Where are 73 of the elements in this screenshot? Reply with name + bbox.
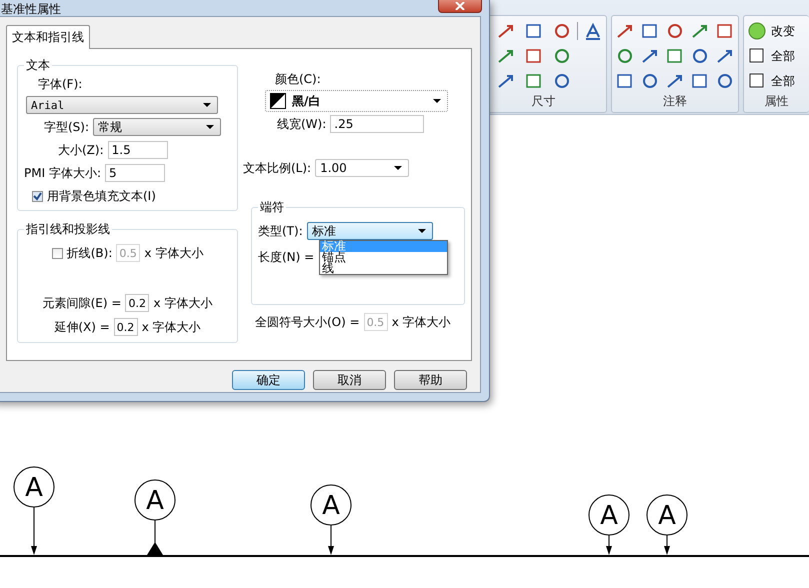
tool-icon[interactable] bbox=[666, 22, 684, 40]
value-field[interactable]: 0.2 bbox=[125, 294, 150, 312]
tool-label[interactable]: 改变 bbox=[771, 22, 795, 40]
field-label: 文本比例(L): bbox=[243, 160, 312, 176]
datum-label: A bbox=[146, 486, 164, 516]
unit-label: x 字体大小 bbox=[392, 314, 451, 330]
caret-icon bbox=[418, 229, 426, 233]
tool-icon[interactable] bbox=[716, 72, 734, 90]
size-field[interactable]: 1.5 bbox=[108, 141, 168, 159]
field-label: 类型(T): bbox=[258, 222, 303, 240]
unit-label: x 字体大小 bbox=[153, 294, 212, 312]
caret-icon bbox=[203, 103, 211, 107]
line-width-field[interactable]: .25 bbox=[330, 115, 424, 133]
tool-icon[interactable] bbox=[666, 47, 684, 65]
pmi-size-field[interactable]: 5 bbox=[105, 164, 165, 182]
tool-icon[interactable] bbox=[691, 22, 709, 40]
group-title: 端符 bbox=[259, 199, 285, 216]
unit-label: x 字体大小 bbox=[142, 318, 201, 336]
tab[interactable]: 文本和指引线 bbox=[6, 25, 90, 49]
field-label: 全圆符号大小(O) = bbox=[255, 314, 360, 330]
group-label: 属性 bbox=[764, 93, 790, 110]
field-label: 大小(Z): bbox=[58, 142, 104, 158]
value-field[interactable]: 0.2 bbox=[114, 318, 138, 336]
field-label: 字型(S): bbox=[44, 118, 90, 136]
style-dropdown[interactable]: 常规 bbox=[93, 118, 222, 136]
tool-icon[interactable] bbox=[666, 72, 684, 90]
dialog-button[interactable]: 确定 bbox=[232, 370, 305, 390]
caret-icon bbox=[206, 125, 214, 129]
color-swatch-icon bbox=[270, 93, 286, 109]
datum-label: A bbox=[25, 473, 43, 503]
field-label: 折线(B): bbox=[66, 244, 112, 262]
tool-icon[interactable] bbox=[616, 47, 634, 65]
tool-icon[interactable] bbox=[691, 47, 709, 65]
datum-label: A bbox=[322, 491, 340, 521]
field-label: 长度(N) = bbox=[258, 249, 314, 266]
type-dropdown[interactable]: 标准 bbox=[306, 222, 433, 240]
close-button[interactable] bbox=[438, 0, 482, 13]
checkbox[interactable] bbox=[32, 191, 43, 202]
tool-label[interactable]: 全部 bbox=[771, 72, 795, 90]
field-label: 元素间隙(E) = bbox=[42, 294, 122, 312]
close-icon[interactable] bbox=[455, 2, 465, 10]
datum-label: A bbox=[658, 501, 676, 531]
dropdown-option[interactable]: 锚点 bbox=[320, 252, 447, 263]
dropdown-option[interactable]: 线 bbox=[320, 263, 447, 274]
field-label: 延伸(X) = bbox=[54, 318, 110, 336]
dialog-button[interactable]: 取消 bbox=[313, 370, 386, 390]
group-label: 尺寸 bbox=[530, 93, 556, 110]
caret-icon bbox=[433, 99, 441, 103]
field-label: 颜色(C): bbox=[275, 71, 322, 88]
tool-icon[interactable] bbox=[641, 22, 659, 40]
dialog-button[interactable]: 帮助 bbox=[394, 370, 467, 390]
field-label: 字体(F): bbox=[38, 76, 82, 93]
tool-icon[interactable] bbox=[641, 47, 659, 65]
tool-icon[interactable] bbox=[716, 47, 734, 65]
group-title: 指引线和投影线 bbox=[25, 221, 111, 238]
tool-icon[interactable] bbox=[641, 72, 659, 90]
tool-icon[interactable] bbox=[691, 72, 709, 90]
caret-icon bbox=[394, 166, 402, 170]
tool-icon[interactable] bbox=[616, 72, 634, 90]
window-title: 基准性属性 bbox=[1, 1, 61, 18]
field-label: PMI 字体大小: bbox=[24, 164, 101, 182]
group-title: 文本 bbox=[25, 57, 51, 74]
tool-label[interactable]: 全部 bbox=[771, 48, 795, 64]
group-label: 注释 bbox=[662, 93, 688, 110]
text-scale-dropdown[interactable]: 1.00 bbox=[315, 159, 410, 177]
field-label: 线宽(W): bbox=[277, 116, 326, 132]
tool-icon[interactable] bbox=[616, 22, 634, 40]
datum-label: A bbox=[600, 501, 618, 531]
tool-icon[interactable] bbox=[716, 22, 734, 40]
color-dropdown[interactable]: 黑/白 bbox=[265, 90, 448, 112]
font-dropdown[interactable]: Arial bbox=[26, 96, 218, 114]
unit-label: x 字体大小 bbox=[144, 244, 204, 262]
checkbox-label: 用背景色填充文本(I) bbox=[47, 188, 156, 205]
